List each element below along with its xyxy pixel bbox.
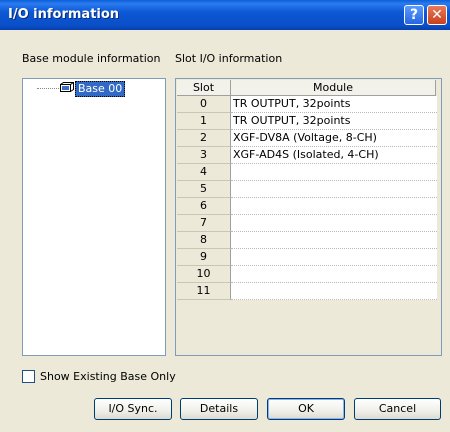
slot-io-table: Slot Module 0 TR OUTPUT, 32points 1 TR O… — [175, 78, 442, 356]
slot-cell: 5 — [177, 181, 231, 198]
module-cell[interactable]: TR OUTPUT, 32points — [231, 113, 437, 130]
show-existing-base-label: Show Existing Base Only — [40, 370, 176, 383]
cancel-button[interactable]: Cancel — [354, 398, 441, 420]
module-cell[interactable]: TR OUTPUT, 32points — [231, 96, 437, 113]
show-existing-base-checkbox[interactable] — [22, 370, 35, 383]
base-module-label: Base module information — [22, 52, 161, 65]
close-icon[interactable]: ✕ — [427, 5, 447, 25]
io-information-dialog: I/O information ? ✕ Base module informat… — [0, 0, 450, 432]
column-header-module[interactable]: Module — [231, 80, 436, 96]
module-cell[interactable] — [231, 283, 437, 300]
window-title: I/O information — [8, 7, 120, 22]
details-button[interactable]: Details — [180, 398, 258, 420]
tree-connector — [37, 88, 59, 89]
module-cell[interactable] — [231, 215, 437, 232]
title-bar[interactable]: I/O information ? ✕ — [0, 0, 450, 30]
slot-cell: 7 — [177, 215, 231, 232]
slot-cell: 3 — [177, 147, 231, 164]
module-cell[interactable] — [231, 232, 437, 249]
slot-cell: 8 — [177, 232, 231, 249]
help-icon[interactable]: ? — [404, 5, 424, 25]
io-sync-button[interactable]: I/O Sync. — [94, 398, 172, 420]
slot-cell: 10 — [177, 266, 231, 283]
base-tree[interactable]: Base 00 — [22, 78, 166, 356]
slot-io-label: Slot I/O information — [175, 52, 283, 65]
tree-item-base-00[interactable]: Base 00 — [75, 81, 126, 97]
slot-cell: 11 — [177, 283, 231, 300]
slot-cell: 4 — [177, 164, 231, 181]
module-cell[interactable]: XGF-DV8A (Voltage, 8-CH) — [231, 130, 437, 147]
module-cell[interactable] — [231, 266, 437, 283]
column-header-slot[interactable]: Slot — [177, 80, 231, 96]
ok-button[interactable]: OK — [267, 398, 345, 420]
slot-cell: 1 — [177, 113, 231, 130]
slot-cell: 9 — [177, 249, 231, 266]
slot-cell: 2 — [177, 130, 231, 147]
base-module-icon — [60, 82, 74, 92]
module-cell[interactable] — [231, 249, 437, 266]
module-cell[interactable] — [231, 181, 437, 198]
slot-cell: 6 — [177, 198, 231, 215]
slot-cell: 0 — [177, 96, 231, 113]
module-cell[interactable] — [231, 198, 437, 215]
module-cell[interactable] — [231, 164, 437, 181]
module-cell[interactable]: XGF-AD4S (Isolated, 4-CH) — [231, 147, 437, 164]
